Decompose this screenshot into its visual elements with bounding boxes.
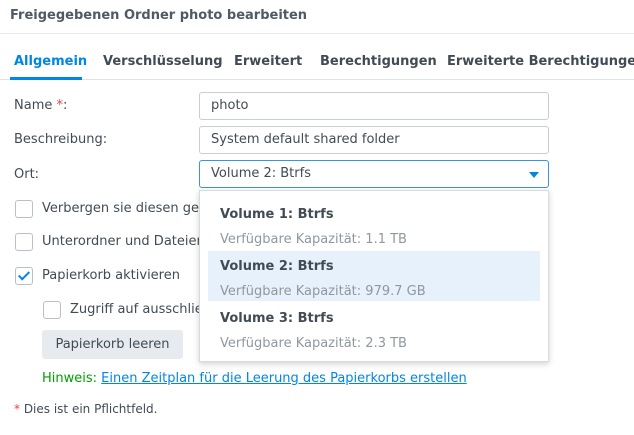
checkmark-icon xyxy=(17,268,31,281)
location-dropdown-list: Volume 1: Btrfs Verfügbare Kapazität: 1.… xyxy=(199,190,549,362)
hide-folder-label[interactable]: Verbergen sie diesen ge xyxy=(42,201,199,216)
dialog-title: Freigegebenen Ordner photo bearbeiten xyxy=(10,8,308,23)
caret-down-icon[interactable] xyxy=(529,172,539,178)
name-input[interactable]: photo xyxy=(199,92,549,120)
option-capacity: Verfügbare Kapazität: 1.1 TB xyxy=(220,232,407,247)
hint-prefix: Hinweis: xyxy=(42,371,98,386)
dialog-title-bar: Freigegebenen Ordner photo bearbeiten xyxy=(0,0,634,34)
hide-subfolders-label[interactable]: Unterordner und Dateien xyxy=(42,234,199,249)
option-name: Volume 1: Btrfs xyxy=(220,207,334,222)
description-label: Beschreibung: xyxy=(14,132,108,147)
recycle-bin-checkbox[interactable] xyxy=(15,267,33,285)
location-select[interactable]: Volume 2: Btrfs xyxy=(199,160,549,188)
tab-erweitert[interactable]: Erweitert xyxy=(234,54,302,69)
active-tab-indicator xyxy=(10,77,82,80)
tab-berechtigungen[interactable]: Berechtigungen xyxy=(320,54,437,69)
name-label: Name *: xyxy=(14,98,68,113)
tab-verschluesselung[interactable]: Verschlüsselung xyxy=(103,54,223,69)
option-capacity: Verfügbare Kapazität: 979.7 GB xyxy=(220,284,426,299)
restrict-access-checkbox[interactable] xyxy=(43,301,61,319)
empty-recycle-bin-button[interactable]: Papierkorb leeren xyxy=(42,330,183,359)
option-capacity: Verfügbare Kapazität: 2.3 TB xyxy=(220,336,407,351)
required-footnote: * Dies ist ein Pflichtfeld. xyxy=(14,402,158,416)
option-name: Volume 3: Btrfs xyxy=(220,311,334,326)
schedule-recycle-bin-link[interactable]: Einen Zeitplan für die Leerung des Papie… xyxy=(101,371,467,386)
description-input[interactable]: System default shared folder xyxy=(199,126,549,154)
volume-3-option[interactable]: Volume 3: Btrfs Verfügbare Kapazität: 2.… xyxy=(208,303,540,353)
volume-1-option[interactable]: Volume 1: Btrfs Verfügbare Kapazität: 1.… xyxy=(208,199,540,249)
tab-bar: Allgemein Verschlüsselung Erweitert Bere… xyxy=(0,34,634,80)
tab-allgemein[interactable]: Allgemein xyxy=(14,54,87,69)
hide-folder-checkbox[interactable] xyxy=(15,200,33,218)
tab-erweiterte-berechtigungen[interactable]: Erweiterte Berechtigungen xyxy=(447,54,634,69)
location-selected-value: Volume 2: Btrfs xyxy=(211,166,311,181)
restrict-access-label[interactable]: Zugriff auf ausschlie xyxy=(70,302,199,317)
option-name: Volume 2: Btrfs xyxy=(220,259,334,274)
hide-subfolders-checkbox[interactable] xyxy=(15,233,33,251)
hint-text: Hinweis: Einen Zeitplan für die Leerung … xyxy=(42,371,467,386)
location-label: Ort: xyxy=(14,167,40,182)
recycle-bin-label[interactable]: Papierkorb aktivieren xyxy=(42,268,180,283)
volume-2-option[interactable]: Volume 2: Btrfs Verfügbare Kapazität: 97… xyxy=(208,251,540,301)
